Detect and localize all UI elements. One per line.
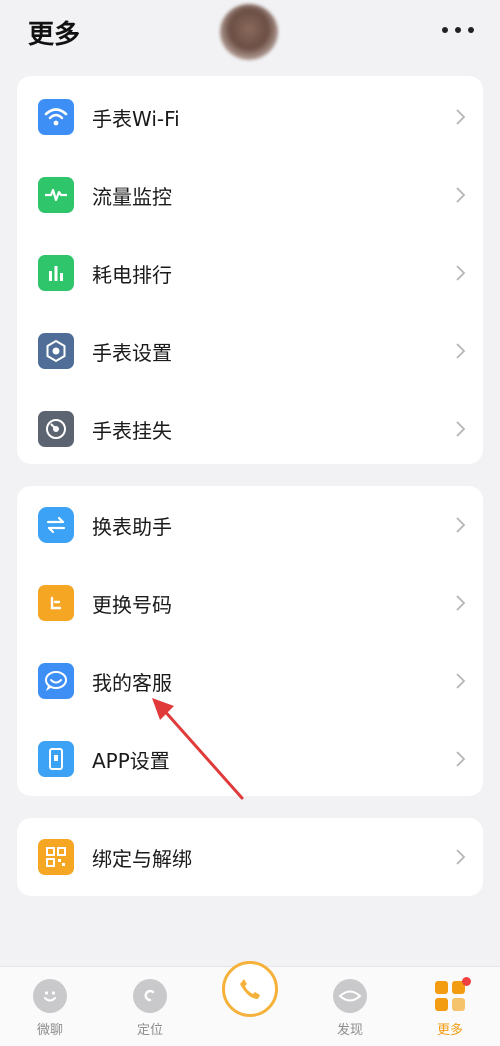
swap-watch-icon [38, 507, 74, 543]
menu-item-watch-settings[interactable]: 手表设置 [17, 312, 483, 390]
dot-icon [442, 27, 448, 33]
menu-item-label: 换表助手 [92, 514, 172, 539]
tab-label: 更多 [436, 1023, 463, 1038]
menu-item-app-settings[interactable]: APP设置 [17, 720, 483, 798]
sim-icon [38, 585, 74, 621]
menu-item-customer-service[interactable]: 我的客服 [17, 642, 483, 720]
binding-card: 绑定与解绑 [17, 818, 483, 896]
settings-icon [38, 333, 74, 369]
wifi-icon [38, 99, 74, 135]
pulse-icon [38, 177, 74, 213]
menu-item-change-number[interactable]: 更换号码 [17, 564, 483, 642]
tab-label: 定位 [136, 1023, 163, 1038]
account-functions-card: 换表助手 更换号码 我的客服 APP设置 [17, 486, 483, 796]
tab-label: 发现 [336, 1023, 363, 1038]
avatar[interactable] [220, 4, 278, 60]
chevron-right-icon [456, 187, 466, 203]
chevron-right-icon [456, 109, 466, 125]
menu-item-label: 更换号码 [92, 592, 172, 617]
tab-label: 微聊 [36, 1023, 63, 1038]
tab-discover[interactable]: 发现 [315, 967, 385, 1046]
chevron-right-icon [456, 265, 466, 281]
annotation-arrow-icon [152, 698, 244, 800]
menu-item-label: 流量监控 [92, 184, 172, 209]
menu-item-label: 耗电排行 [92, 262, 172, 287]
chevron-right-icon [456, 673, 466, 689]
location-icon [133, 979, 167, 1013]
menu-item-traffic-monitor[interactable]: 流量监控 [17, 156, 483, 234]
tab-location[interactable]: 定位 [115, 967, 185, 1046]
chevron-right-icon [456, 751, 466, 767]
chevron-right-icon [456, 343, 466, 359]
top-bar: 更多 [0, 0, 500, 64]
bar-chart-icon [38, 255, 74, 291]
watch-functions-card: 手表Wi-Fi 流量监控 耗电排行 手表设置 手表挂失 [17, 76, 483, 464]
qr-code-icon [38, 839, 74, 875]
menu-item-battery-ranking[interactable]: 耗电排行 [17, 234, 483, 312]
more-options-button[interactable] [440, 18, 476, 42]
call-button[interactable] [222, 961, 278, 1017]
eye-icon [333, 979, 367, 1013]
menu-item-watch-wifi[interactable]: 手表Wi-Fi [17, 78, 483, 156]
menu-item-label: 绑定与解绑 [92, 846, 192, 871]
menu-item-label: 手表挂失 [92, 418, 172, 443]
notification-dot [462, 977, 471, 986]
dot-icon [468, 27, 474, 33]
menu-item-label: 手表Wi-Fi [92, 106, 180, 131]
tab-more[interactable]: 更多 [415, 967, 485, 1046]
chevron-right-icon [456, 849, 466, 865]
bottom-tab-bar: 微聊 定位 发现 更多 [0, 961, 500, 1046]
chat-icon [38, 663, 74, 699]
smile-icon [33, 979, 67, 1013]
chevron-right-icon [456, 517, 466, 533]
lost-watch-icon [38, 411, 74, 447]
tab-chat[interactable]: 微聊 [15, 967, 85, 1046]
phone-call-icon [240, 979, 260, 999]
chevron-right-icon [456, 421, 466, 437]
page-title: 更多 [28, 20, 81, 50]
menu-item-report-lost[interactable]: 手表挂失 [17, 390, 483, 468]
menu-item-label: 手表设置 [92, 340, 172, 365]
menu-item-watch-switch-assistant[interactable]: 换表助手 [17, 486, 483, 564]
chevron-right-icon [456, 595, 466, 611]
menu-item-bind-unbind[interactable]: 绑定与解绑 [17, 818, 483, 896]
dot-icon [455, 27, 461, 33]
phone-settings-icon [38, 741, 74, 777]
